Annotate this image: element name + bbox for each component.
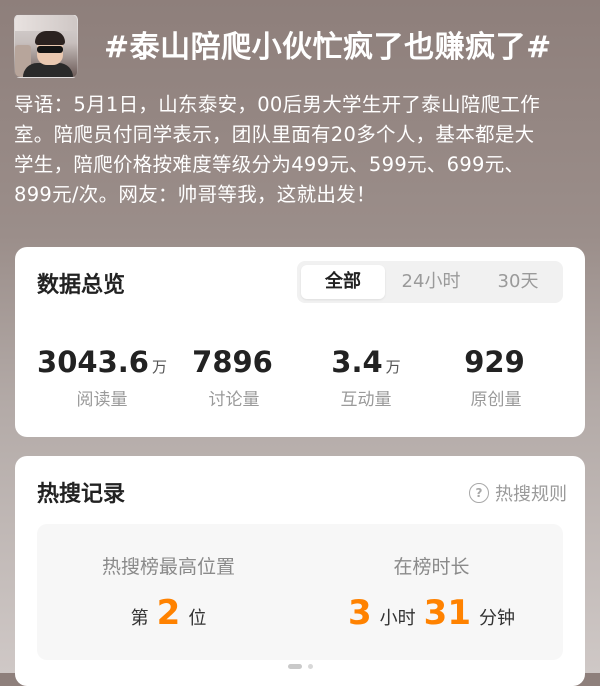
data-overview-card: 数据总览 全部 24小时 30天 3043.6 万 阅读量 7896 讨论量 3.… xyxy=(15,247,585,437)
duration-hours-unit: 小时 xyxy=(379,608,416,629)
stat-originals: 929 原创量 xyxy=(431,345,561,410)
intro-line: 899元/次。网友：帅哥等我，这就出发！ xyxy=(14,183,376,206)
stat-label: 讨论量 xyxy=(208,390,260,410)
stat-unit: 万 xyxy=(385,358,401,376)
topic-avatar[interactable] xyxy=(14,14,78,78)
highest-position-block: 热搜榜最高位置 第 2 位 xyxy=(37,552,300,633)
hot-search-rules-label: 热搜规则 xyxy=(495,484,567,505)
hot-search-stats-panel: 热搜榜最高位置 第 2 位 在榜时长 3 小时 31 分钟 xyxy=(37,524,563,660)
hot-search-title: 热搜记录 xyxy=(37,482,126,507)
avatar-hair xyxy=(35,31,65,45)
position-prefix: 第 xyxy=(130,608,149,629)
duration-caption: 在榜时长 xyxy=(393,556,470,578)
stat-reads: 3043.6 万 阅读量 xyxy=(37,345,167,410)
question-circle-icon: ? xyxy=(469,483,489,503)
page-indicator xyxy=(288,664,328,672)
stat-interactions: 3.4 万 互动量 xyxy=(301,345,431,410)
overview-title: 数据总览 xyxy=(37,273,126,298)
tab-all[interactable]: 全部 xyxy=(301,265,385,299)
stat-value: 3043.6 xyxy=(37,345,149,379)
topic-title: #泰山陪爬小伙忙疯了也赚疯了# xyxy=(104,30,552,65)
page-indicator-dot xyxy=(308,664,313,669)
duration-hours: 3 xyxy=(348,593,372,633)
stat-value: 3.4 xyxy=(331,345,383,379)
avatar-caption-strip xyxy=(15,15,77,31)
intro-line: 学生，陪爬价格按难度等级分为499元、599元、699元、 xyxy=(14,153,525,176)
stat-unit: 万 xyxy=(151,358,167,376)
duration-block: 在榜时长 3 小时 31 分钟 xyxy=(300,552,563,633)
topic-header: #泰山陪爬小伙忙疯了也赚疯了# xyxy=(0,0,600,90)
position-suffix: 位 xyxy=(188,608,207,629)
stat-label: 原创量 xyxy=(470,390,522,410)
stat-label: 互动量 xyxy=(340,390,392,410)
avatar-body xyxy=(23,63,73,77)
topic-intro: 导语：5月1日，山东泰安，00后男大学生开了泰山陪爬工作 室。陪爬员付同学表示，… xyxy=(14,90,586,210)
page-indicator-dot-active xyxy=(288,664,302,669)
tab-30-days[interactable]: 30天 xyxy=(477,265,559,299)
duration-minutes-unit: 分钟 xyxy=(479,608,515,629)
stat-value: 929 xyxy=(464,345,525,379)
tab-24-hours[interactable]: 24小时 xyxy=(387,265,475,299)
avatar-sunglasses xyxy=(37,46,63,53)
position-number: 2 xyxy=(156,593,181,633)
stat-label: 阅读量 xyxy=(76,390,128,410)
stat-discussions: 7896 讨论量 xyxy=(169,345,299,410)
stat-value: 7896 xyxy=(192,345,273,379)
hot-search-rules-link[interactable]: ? 热搜规则 xyxy=(469,480,567,506)
duration-value: 3 小时 31 分钟 xyxy=(300,593,563,633)
intro-line: 室。陪爬员付同学表示，团队里面有20多个人，基本都是大 xyxy=(14,123,535,146)
hot-search-record-card: 热搜记录 ? 热搜规则 热搜榜最高位置 第 2 位 在榜时长 3 小时 31 分… xyxy=(15,456,585,686)
highest-position-caption: 热搜榜最高位置 xyxy=(101,556,235,578)
time-range-tabs: 全部 24小时 30天 xyxy=(297,261,563,303)
highest-position-value: 第 2 位 xyxy=(37,593,300,633)
intro-line: 导语：5月1日，山东泰安，00后男大学生开了泰山陪爬工作 xyxy=(14,93,541,116)
duration-minutes: 31 xyxy=(423,593,471,633)
